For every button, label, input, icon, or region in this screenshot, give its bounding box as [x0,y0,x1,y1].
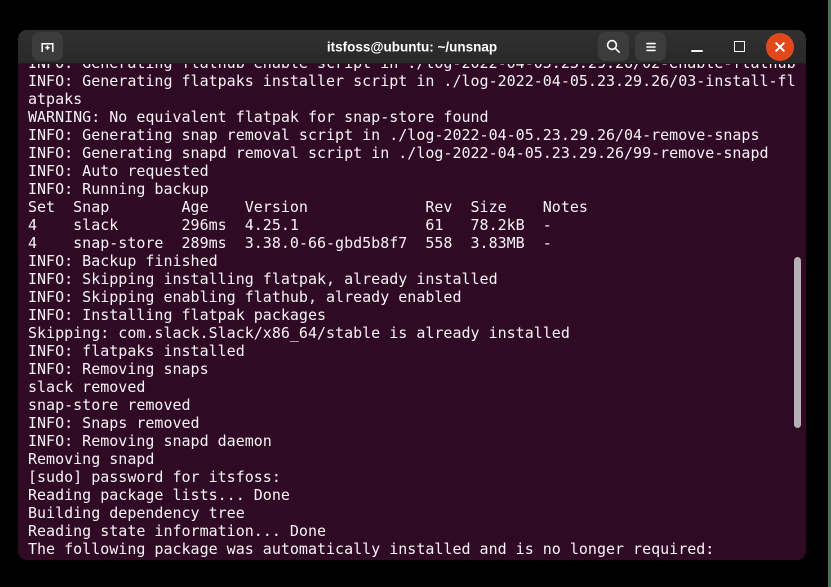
minimize-button[interactable] [682,32,712,61]
screenshot-background: itsfoss@ubuntu: ~/unsnap [0,0,831,587]
hamburger-menu-icon [643,39,659,55]
terminal-output[interactable]: INFO: Generating flathub enable script i… [18,64,806,558]
terminal-window: itsfoss@ubuntu: ~/unsnap [18,30,806,560]
titlebar[interactable]: itsfoss@ubuntu: ~/unsnap [18,30,806,64]
close-icon [774,41,786,53]
menu-button[interactable] [635,32,666,61]
scrollbar-thumb[interactable] [794,257,801,428]
new-tab-icon [39,39,56,55]
new-tab-button[interactable] [32,32,63,61]
maximize-button[interactable] [724,32,754,61]
close-button[interactable] [766,33,794,61]
window-title: itsfoss@ubuntu: ~/unsnap [327,39,497,54]
search-button[interactable] [598,32,629,61]
titlebar-controls [592,32,796,61]
maximize-icon [734,41,745,52]
search-icon [605,38,622,55]
terminal-screen[interactable]: INFO: Generating flathub enable script i… [18,64,806,560]
minimize-icon [691,50,703,52]
